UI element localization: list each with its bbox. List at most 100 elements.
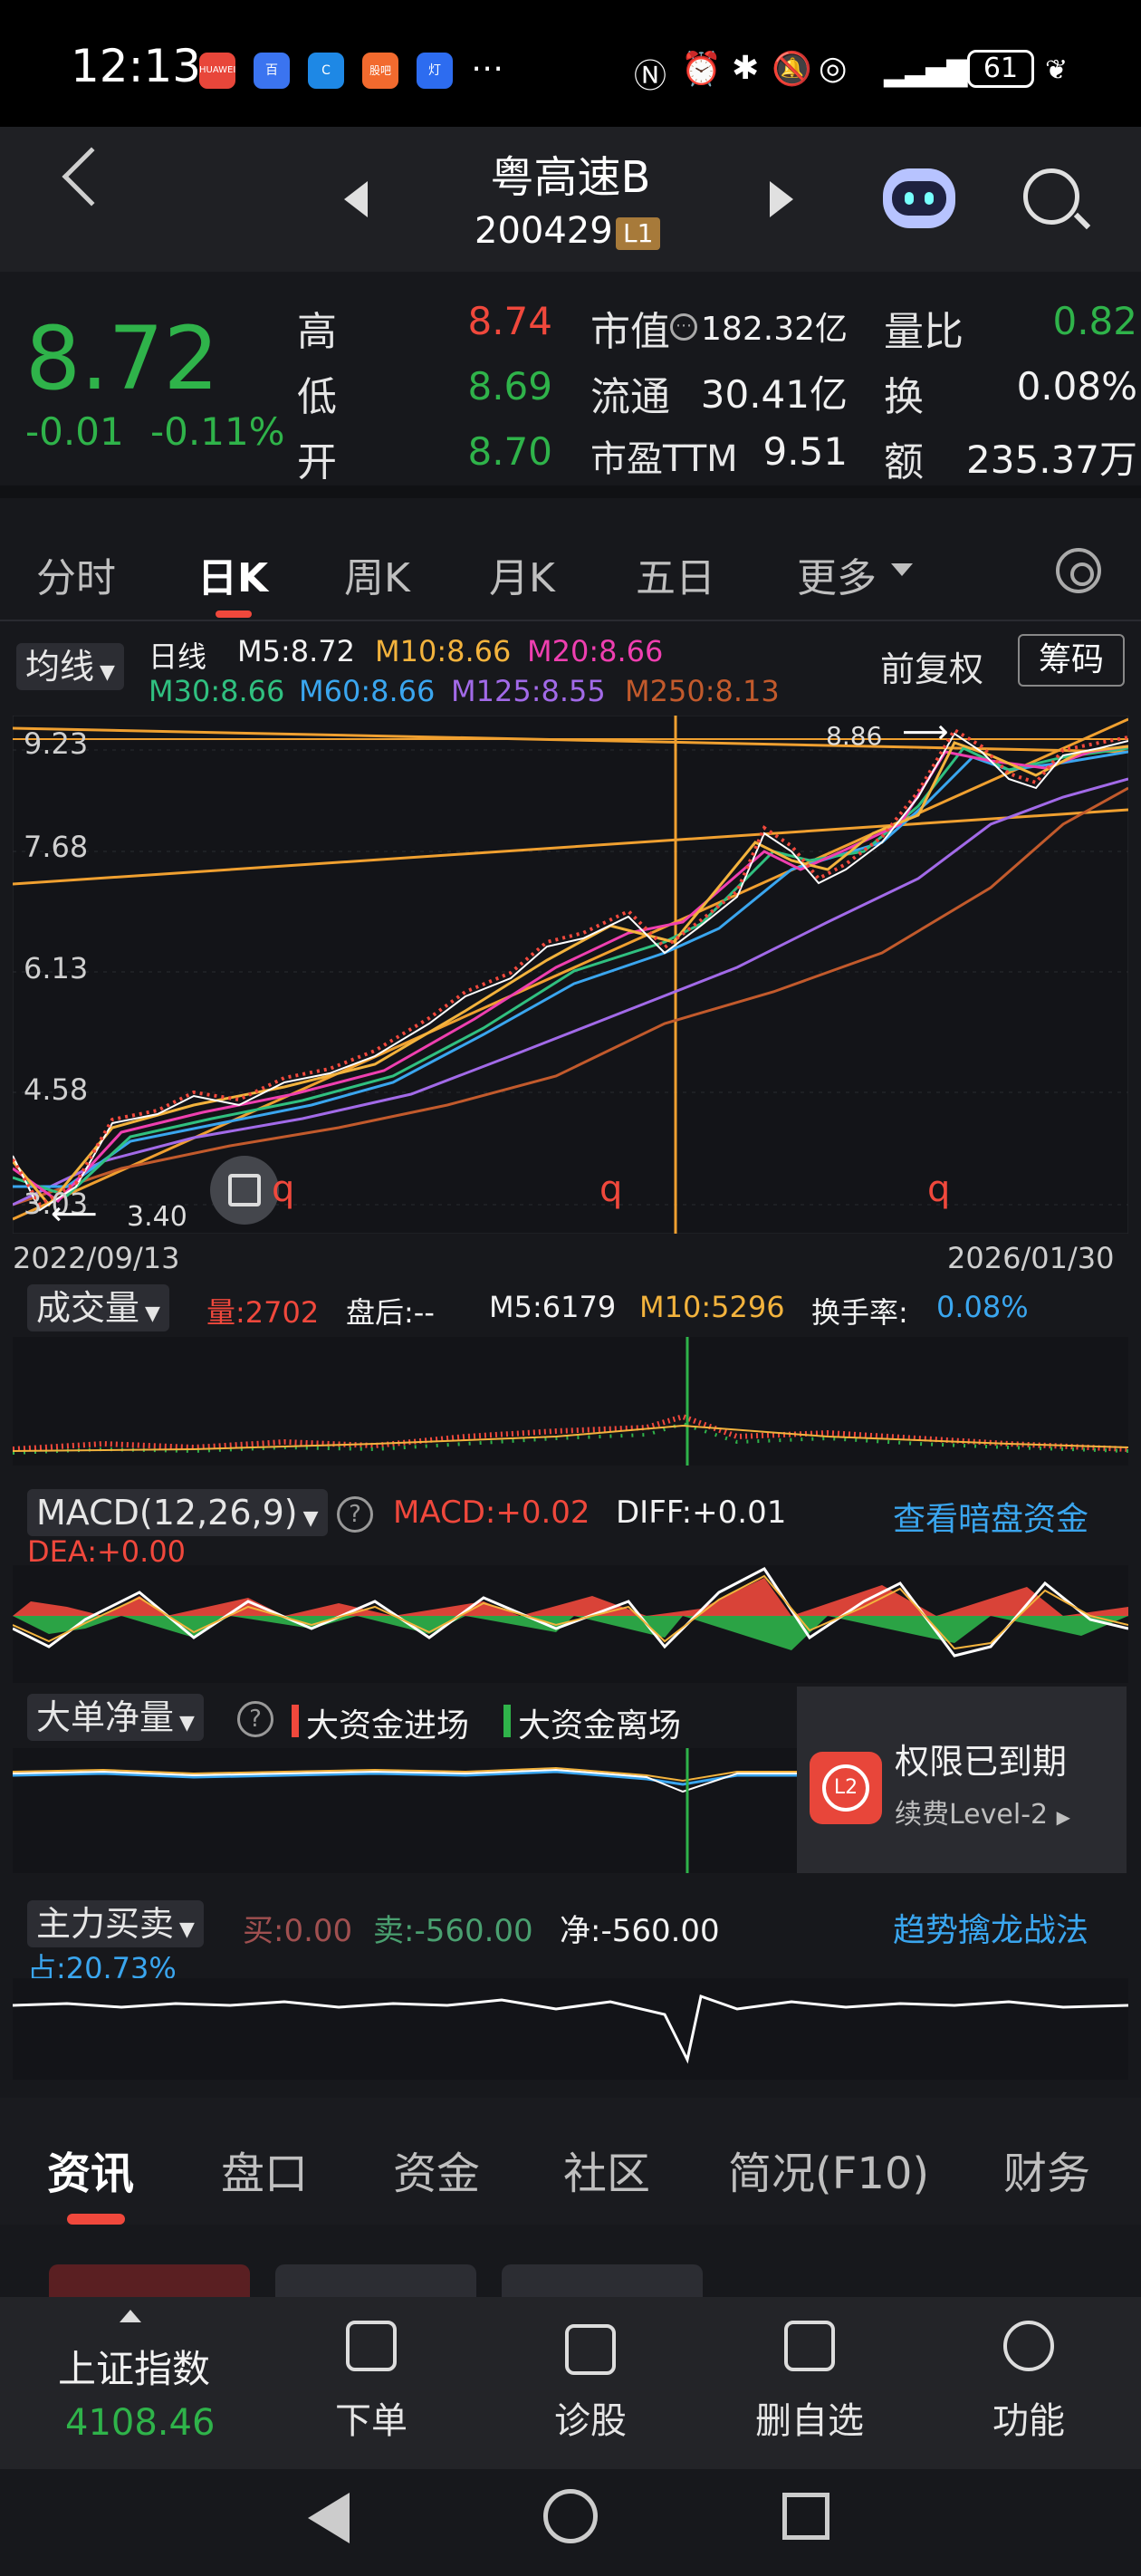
battery-indicator: 61 bbox=[967, 50, 1034, 88]
tab-orderbook[interactable]: 盘口 bbox=[221, 2138, 308, 2201]
diagnose-stock-button[interactable]: 诊股 bbox=[500, 2391, 681, 2444]
volume-chart[interactable] bbox=[13, 1337, 1128, 1466]
help-icon[interactable]: ? bbox=[337, 1496, 373, 1533]
level2-badge-icon: L2 bbox=[810, 1752, 882, 1824]
fullscreen-icon[interactable] bbox=[210, 1156, 279, 1225]
permission-expired: 权限已到期 bbox=[895, 1742, 1068, 1782]
section-divider bbox=[0, 485, 1141, 498]
ma60-label: M60:8.66 bbox=[299, 674, 436, 708]
big-order-chart[interactable] bbox=[13, 1748, 797, 1873]
turnover-rate-label: 换手率: bbox=[811, 1295, 908, 1330]
order-form-icon[interactable] bbox=[346, 2321, 397, 2371]
dark-pool-link[interactable]: 查看暗盘资金 bbox=[893, 1493, 1088, 1540]
chevron-down-icon: ▼ bbox=[179, 1712, 195, 1735]
macd-select-label: MACD(12,26,9) bbox=[36, 1493, 298, 1533]
period-label: 日线 bbox=[149, 639, 207, 674]
chevron-down-icon[interactable] bbox=[891, 563, 913, 576]
main-force-buy: 买:0.00 bbox=[243, 1913, 353, 1949]
stock-name: 粤高速B bbox=[490, 152, 651, 203]
arrow-left-icon: ⟵ bbox=[51, 1196, 98, 1233]
chevron-up-icon[interactable] bbox=[120, 2310, 141, 2322]
amount-value: 235.37万 bbox=[966, 437, 1137, 482]
q-mark-3[interactable]: q bbox=[927, 1168, 950, 1210]
diagnose-icon[interactable] bbox=[565, 2324, 616, 2375]
tab-community[interactable]: 社区 bbox=[563, 2138, 650, 2201]
index-name[interactable]: 上证指数 bbox=[58, 2339, 210, 2394]
high-mark: 8.86 bbox=[826, 721, 883, 751]
tab-financials[interactable]: 财务 bbox=[1003, 2138, 1090, 2201]
big-order-select-label: 大单净量 bbox=[36, 1697, 175, 1737]
main-force-chart[interactable] bbox=[13, 1978, 1128, 2080]
search-icon[interactable] bbox=[1023, 168, 1079, 225]
adjust-mode[interactable]: 前复权 bbox=[880, 641, 983, 691]
q-mark-2[interactable]: q bbox=[599, 1168, 622, 1210]
tab-profile-f10[interactable]: 简况(F10) bbox=[728, 2138, 929, 2201]
tab-more[interactable]: 更多 bbox=[797, 545, 877, 603]
float-label: 流通 bbox=[590, 374, 670, 420]
main-force-net: 净:-560.00 bbox=[560, 1913, 720, 1949]
tab-news[interactable]: 资讯 bbox=[47, 2138, 134, 2201]
vol-ratio-label: 量比 bbox=[884, 309, 964, 355]
tab-funds[interactable]: 资金 bbox=[393, 2138, 480, 2201]
more-notifications-icon: ⋯ bbox=[471, 50, 503, 87]
trend-strategy-link[interactable]: 趋势擒龙战法 bbox=[893, 1904, 1088, 1951]
y-tick-3: 6.13 bbox=[24, 951, 89, 985]
price-change-pct: -0.11% bbox=[150, 409, 285, 454]
macd-select[interactable]: MACD(12,26,9) ▼ bbox=[27, 1489, 328, 1536]
tab-weekly-k[interactable]: 周K bbox=[344, 545, 410, 603]
nav-back-icon[interactable] bbox=[308, 2493, 350, 2543]
tab-intraday[interactable]: 分时 bbox=[36, 545, 116, 603]
high-value: 8.74 bbox=[467, 299, 552, 343]
arrow-right-icon: ⟶ bbox=[902, 714, 949, 751]
nav-home-icon[interactable] bbox=[543, 2489, 598, 2543]
y-tick-2: 7.68 bbox=[24, 830, 89, 864]
inflow-legend-swatch bbox=[292, 1705, 299, 1737]
date-start: 2022/09/13 bbox=[13, 1241, 180, 1275]
menu-icon[interactable] bbox=[1003, 2321, 1054, 2371]
level-badge: L1 bbox=[616, 217, 661, 250]
bluetooth-icon: ✱ bbox=[732, 50, 760, 87]
chart-settings-icon[interactable] bbox=[1056, 548, 1101, 593]
tab-five-day[interactable]: 五日 bbox=[636, 545, 715, 603]
chips-button[interactable]: 筹码 bbox=[1018, 634, 1125, 687]
info-circle-icon[interactable]: ⋯ bbox=[670, 313, 697, 341]
volume-select[interactable]: 成交量 ▼ bbox=[27, 1284, 169, 1331]
mcap-value: 182.32亿 bbox=[701, 311, 848, 348]
nav-recents-icon[interactable] bbox=[782, 2493, 829, 2540]
low-label: 低 bbox=[297, 374, 337, 420]
leaf-icon: ❦ bbox=[1045, 54, 1069, 86]
ma250-label: M250:8.13 bbox=[625, 674, 780, 708]
renew-level2-link[interactable]: 续费Level-2 ▶ bbox=[895, 1792, 1070, 1831]
tab-monthly-k[interactable]: 月K bbox=[489, 545, 555, 603]
active-tab-indicator bbox=[67, 2214, 125, 2225]
bulb-app-icon: 灯 bbox=[417, 53, 453, 89]
remove-watchlist-icon[interactable] bbox=[784, 2321, 835, 2371]
main-force-sell: 卖:-560.00 bbox=[373, 1913, 533, 1949]
status-time: 12:13 bbox=[71, 40, 202, 92]
functions-button[interactable]: 功能 bbox=[938, 2391, 1119, 2444]
big-order-select[interactable]: 大单净量 ▼ bbox=[27, 1694, 204, 1741]
main-force-select[interactable]: 主力买卖 ▼ bbox=[27, 1900, 204, 1947]
macd-chart[interactable] bbox=[13, 1565, 1128, 1683]
ma30-label: M30:8.66 bbox=[149, 674, 285, 708]
last-price: 8.72 bbox=[25, 308, 219, 409]
active-tab-indicator bbox=[216, 610, 252, 618]
ma125-label: M125:8.55 bbox=[451, 674, 606, 708]
y-tick-1: 9.23 bbox=[24, 726, 89, 761]
kline-chart[interactable] bbox=[13, 716, 1128, 1234]
tab-daily-k[interactable]: 日K bbox=[197, 545, 268, 603]
remove-watchlist-button[interactable]: 删自选 bbox=[719, 2391, 900, 2444]
q-mark-1[interactable]: q bbox=[272, 1168, 294, 1210]
robot-assistant-icon[interactable] bbox=[883, 168, 955, 228]
price-change: -0.01 bbox=[25, 409, 124, 454]
nfc-icon: Ⓝ bbox=[634, 58, 667, 95]
macd-value: MACD:+0.02 bbox=[393, 1495, 590, 1531]
ma20-label: M20:8.66 bbox=[527, 634, 664, 668]
huawei-app-icon: HUAWEI bbox=[199, 53, 235, 89]
ma-select[interactable]: 均线 ▼ bbox=[16, 643, 124, 690]
turnover-value: 0.08% bbox=[1016, 364, 1137, 409]
high-label: 高 bbox=[297, 309, 337, 355]
open-label: 开 bbox=[297, 439, 337, 485]
help-icon[interactable]: ? bbox=[237, 1701, 273, 1737]
place-order-button[interactable]: 下单 bbox=[281, 2391, 462, 2444]
